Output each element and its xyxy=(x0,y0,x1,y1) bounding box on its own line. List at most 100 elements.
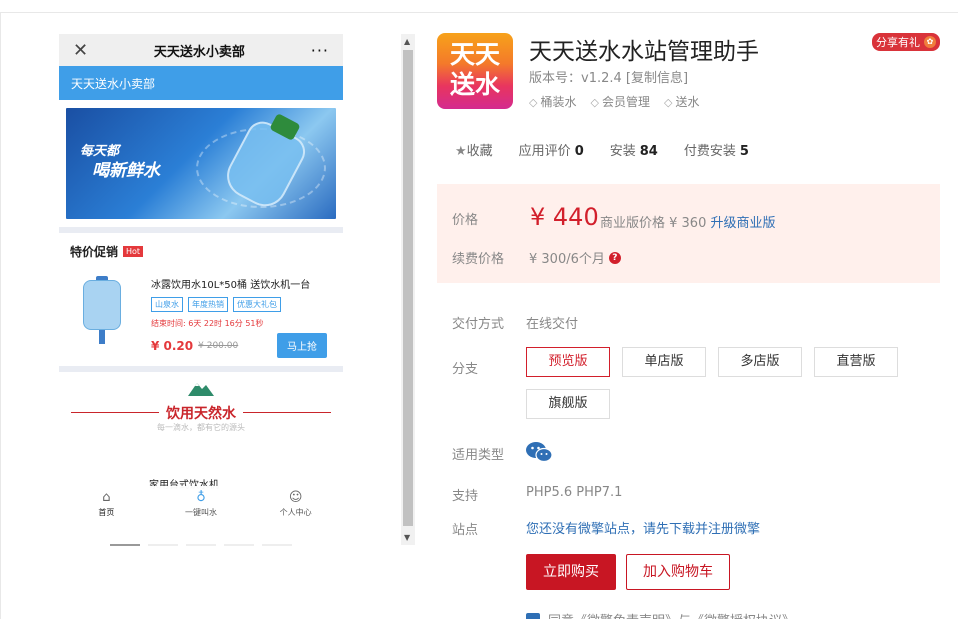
banner-image[interactable]: 每天都 喝新鲜水 xyxy=(66,108,336,219)
buy-now-button[interactable]: 立即购买 xyxy=(526,554,616,590)
rating-label: 应用评价 xyxy=(518,144,571,159)
branch-option-single[interactable]: 单店版 xyxy=(622,347,706,377)
install-stat: 安装 84 xyxy=(610,140,658,159)
phone-preview: ✕ 天天送水小卖部 ··· 天天送水小卖部 每天都 喝新鲜水 特价促销 Hot … xyxy=(59,34,343,544)
add-to-cart-button[interactable]: 加入购物车 xyxy=(626,554,730,590)
indicator-dot[interactable] xyxy=(186,544,216,546)
tab-label: 首页 xyxy=(98,508,115,517)
version-info: 版本号：v1.2.4 [复制信息] xyxy=(529,67,688,86)
paid-install-label: 付费安装 xyxy=(683,144,736,159)
product-tag: 优惠大礼包 xyxy=(233,297,281,312)
renew-value: ¥ 300/6个月 xyxy=(529,252,605,267)
share-label: 分享有礼 xyxy=(876,36,920,49)
app-title: 天天送水水站管理助手 xyxy=(529,39,759,65)
phone-nav-title: 天天送水小卖部 xyxy=(153,44,245,60)
branch-option-direct[interactable]: 直营版 xyxy=(814,347,898,377)
section-header: 饮用天然水 每一滴水，都有它的源头 xyxy=(59,372,343,452)
category-tag[interactable]: ◇ 会员管理 xyxy=(590,93,649,110)
agreement-row: 同意《微擎免责声明》与《微擎授权协议》 xyxy=(526,610,795,619)
business-price: 商业版价格 ¥ 360 升级商业版 xyxy=(600,212,776,231)
countdown-text: 结束时间: 6天 22时 16分 51秒 xyxy=(151,319,264,328)
app-icon-text-1: 天天 xyxy=(449,40,500,69)
branch-label: 分支 xyxy=(452,362,479,377)
product-price: ¥ 0.20 xyxy=(151,338,194,353)
indicator-dot[interactable] xyxy=(224,544,254,546)
install-value: 84 xyxy=(639,144,658,159)
register-site-link[interactable]: 您还没有微擎站点，请先下载并注册微擎 xyxy=(526,518,760,537)
tab-profile[interactable]: ☺ 个人中心 xyxy=(248,486,343,526)
site-label: 站点 xyxy=(452,523,479,538)
home-icon: ⌂ xyxy=(102,490,111,505)
category-tags: ◇ 桶装水 ◇ 会员管理 ◇ 送水 xyxy=(529,93,699,110)
price-box: 价格 ¥ 440 商业版价格 ¥ 360 升级商业版 续费价格 ¥ 300/6个… xyxy=(437,184,940,283)
indicator-dot[interactable] xyxy=(148,544,178,546)
section-title: 饮用天然水 xyxy=(166,406,236,422)
product-card[interactable]: 冰露饮用水10L*50桶 送饮水机一台 山泉水 年度热销 优惠大礼包 结束时间:… xyxy=(59,266,343,366)
product-name: 冰露饮用水10L*50桶 送饮水机一台 xyxy=(151,280,311,291)
tab-call-water[interactable]: ♁ 一键叫水 xyxy=(154,486,249,526)
copy-info-link[interactable]: [复制信息] xyxy=(626,71,688,86)
product-info: 冰露饮用水10L*50桶 送饮水机一台 山泉水 年度热销 优惠大礼包 结束时间:… xyxy=(151,272,333,366)
category-tag-label: 桶装水 xyxy=(540,95,577,109)
more-icon[interactable]: ··· xyxy=(311,41,329,60)
type-label: 适用类型 xyxy=(452,448,505,463)
renew-label: 续费价格 xyxy=(452,252,505,267)
hot-badge: Hot xyxy=(123,246,144,257)
section-subtitle: 每一滴水，都有它的源头 xyxy=(157,423,245,432)
favorite-label: 收藏 xyxy=(466,144,493,159)
star-icon: ★ xyxy=(455,144,467,159)
carousel-indicator xyxy=(110,544,292,546)
upgrade-link[interactable]: 升级商业版 xyxy=(711,216,776,231)
product-image xyxy=(83,276,123,346)
tab-label: 个人中心 xyxy=(279,508,312,517)
scroll-thumb[interactable] xyxy=(403,50,413,526)
wechat-icon xyxy=(526,442,553,463)
category-tag[interactable]: ◇ 送水 xyxy=(664,93,699,110)
promo-header: 特价促销 Hot xyxy=(59,233,343,266)
bike-icon: ♁ xyxy=(196,490,206,505)
support-label: 支持 xyxy=(452,489,479,504)
tab-home[interactable]: ⌂ 首页 xyxy=(59,486,154,526)
support-value: PHP5.6 PHP7.1 xyxy=(526,485,623,500)
indicator-dot[interactable] xyxy=(110,544,140,546)
share-button[interactable]: 分享有礼 ✿ xyxy=(872,33,940,51)
jug-body xyxy=(83,280,121,330)
branch-option-preview[interactable]: 预览版 xyxy=(526,347,610,377)
rating-stat: 应用评价 0 xyxy=(519,140,584,159)
category-tag[interactable]: ◇ 桶装水 xyxy=(529,93,576,110)
product-tag: 年度热销 xyxy=(188,297,228,312)
agreement-text[interactable]: 同意《微擎免责声明》与《微擎授权协议》 xyxy=(548,610,795,619)
version-text: 版本号：v1.2.4 xyxy=(529,71,622,86)
product-old-price: ¥ 200.00 xyxy=(198,340,239,351)
price-value: ¥ 440 xyxy=(530,203,599,231)
help-icon[interactable]: ? xyxy=(608,251,621,264)
category-tag-label: 送水 xyxy=(675,95,700,109)
app-icon: 天天 送水 xyxy=(437,33,513,109)
delivery-value: 在线交付 xyxy=(526,317,579,332)
user-icon: ☺ xyxy=(288,490,303,505)
agree-checkbox[interactable] xyxy=(526,612,540,619)
scroll-up-icon[interactable]: ▲ xyxy=(404,37,410,46)
scroll-down-icon[interactable]: ▼ xyxy=(404,533,410,542)
install-label: 安装 xyxy=(609,144,636,159)
tag-icon: ◇ xyxy=(590,96,599,109)
branch-option-flagship[interactable]: 旗舰版 xyxy=(526,389,610,419)
phone-tabbar: ⌂ 首页 ♁ 一键叫水 ☺ 个人中心 xyxy=(59,486,343,526)
paid-install-value: 5 xyxy=(739,144,749,159)
paid-install-stat: 付费安装 5 xyxy=(684,140,749,159)
banner-slogan-2: 喝新鲜水 xyxy=(92,161,160,181)
tag-icon: ◇ xyxy=(529,96,538,109)
preview-scrollbar[interactable]: ▲ ▼ xyxy=(401,34,415,545)
close-icon[interactable]: ✕ xyxy=(73,40,88,61)
delivery-label: 交付方式 xyxy=(452,317,505,332)
branch-option-multi[interactable]: 多店版 xyxy=(718,347,802,377)
indicator-dot[interactable] xyxy=(262,544,292,546)
tag-icon: ◇ xyxy=(663,96,673,109)
business-price-text: 商业版价格 ¥ 360 xyxy=(600,216,707,231)
category-tag-label: 会员管理 xyxy=(601,95,650,109)
phone-nav: ✕ 天天送水小卖部 ··· xyxy=(59,34,343,66)
tab-label: 一键叫水 xyxy=(185,508,217,517)
grab-button[interactable]: 马上抢 xyxy=(277,333,327,358)
favorite-button[interactable]: ★收藏 xyxy=(455,140,493,159)
price-label: 价格 xyxy=(452,213,479,228)
